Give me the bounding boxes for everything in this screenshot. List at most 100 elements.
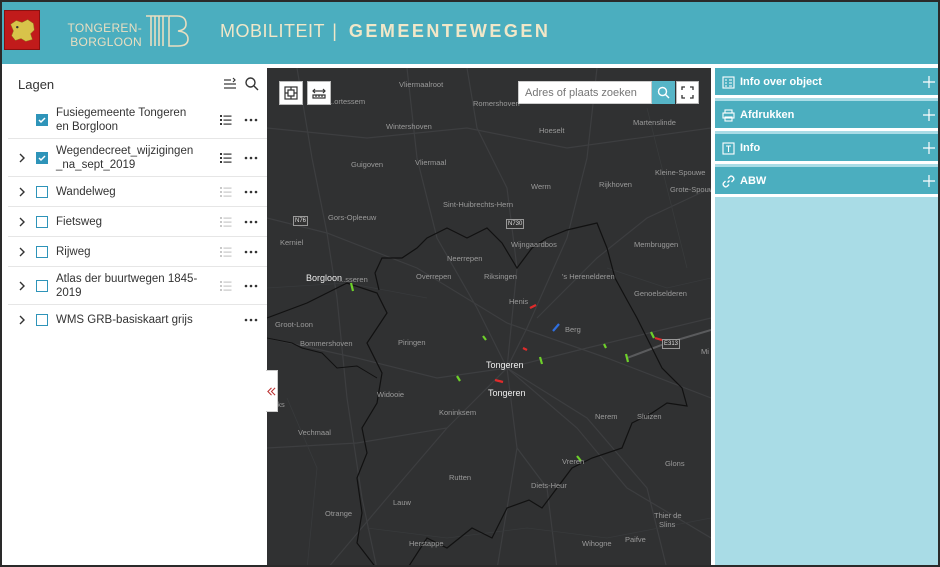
layer-row-wandelweg[interactable]: Wandelweg: [8, 177, 267, 207]
plus-icon[interactable]: [923, 142, 935, 154]
fullscreen-button[interactable]: [676, 81, 699, 104]
accordion-info-over-object[interactable]: Info over object: [715, 68, 938, 98]
layer-label-line: Wegendecreet_wijzigingen: [56, 145, 194, 157]
more-options-icon[interactable]: [244, 152, 258, 164]
accordion-info[interactable]: Info: [715, 134, 938, 164]
layer-row-fietsweg[interactable]: Fietsweg: [8, 207, 267, 237]
zoom-to-extent-button[interactable]: [279, 81, 303, 105]
map-label: Lauw: [393, 498, 411, 507]
map-label: Henis: [509, 297, 529, 306]
plus-icon[interactable]: [923, 175, 935, 187]
printer-icon: [722, 109, 735, 122]
grid-extent-icon: [284, 86, 298, 100]
more-options-icon[interactable]: [244, 216, 258, 228]
layer-label: Wegendecreet_wijzigingen _na_sept_2019: [56, 144, 206, 172]
map-label: Sint-Huibrechts-Hern: [443, 200, 514, 209]
layer-row-wegendecreet[interactable]: Wegendecreet_wijzigingen _na_sept_2019: [8, 139, 267, 177]
app-window: TONGEREN- BORGLOON MOBILITEIT | GEMEENTE…: [0, 0, 940, 567]
road-shield-n76: N76: [293, 216, 309, 226]
layer-checkbox-fietsweg[interactable]: [36, 216, 48, 228]
more-options-icon[interactable]: [244, 246, 258, 258]
more-options-icon[interactable]: [244, 114, 258, 126]
app-title-separator: |: [332, 21, 338, 41]
map-label: Wintershoven: [386, 122, 432, 131]
chevron-right-icon[interactable]: [16, 246, 28, 258]
map-label: Genoelselderen: [634, 289, 687, 298]
more-options-icon[interactable]: [244, 186, 258, 198]
map-label: Vliermaal: [415, 158, 447, 167]
map-label: ...ortessem: [328, 97, 366, 106]
legend-list-icon[interactable]: [220, 114, 232, 126]
measure-button[interactable]: [307, 81, 331, 105]
layer-label-line: Rijweg: [56, 246, 91, 258]
layer-options-icon[interactable]: [222, 76, 238, 92]
map-label-tongeren: Tongeren: [486, 360, 524, 370]
accordion-title: Afdrukken: [740, 109, 795, 121]
double-chevron-left-icon: [267, 387, 276, 395]
plus-icon[interactable]: [923, 109, 935, 121]
map-basemap: [267, 68, 711, 565]
map-label: Paifve: [625, 535, 646, 544]
layer-label-line: 2019: [56, 287, 82, 299]
map-label: Martenslinde: [633, 118, 676, 127]
layer-label: Fusiegemeente Tongeren en Borgloon: [56, 106, 206, 134]
chevron-right-icon[interactable]: [16, 216, 28, 228]
app-header: TONGEREN- BORGLOON MOBILITEIT | GEMEENTE…: [2, 2, 938, 64]
legend-list-icon[interactable]: [220, 186, 232, 198]
app-title-mobiliteit: MOBILITEIT: [220, 21, 325, 41]
collapse-panel-button[interactable]: [266, 370, 278, 412]
chevron-right-icon[interactable]: [16, 186, 28, 198]
layer-checkbox-fusiegemeente[interactable]: [36, 114, 48, 126]
legend-list-icon[interactable]: [220, 280, 232, 292]
plus-icon[interactable]: [923, 76, 935, 88]
map-label: Rijkhoven: [599, 180, 632, 189]
layer-row-rijweg[interactable]: Rijweg: [8, 237, 267, 267]
map-label: Nerem: [595, 412, 618, 421]
legend-list-icon[interactable]: [220, 152, 232, 164]
map-label: Thier de: [654, 511, 682, 520]
layer-row-wms-grb[interactable]: WMS GRB-basiskaart grijs: [8, 305, 267, 335]
more-options-icon[interactable]: [244, 314, 258, 326]
info-object-icon: [722, 76, 735, 89]
legend-list-icon[interactable]: [220, 216, 232, 228]
layers-panel: Lagen Fusiegemeente Tongeren en Borgloon: [8, 68, 267, 565]
layer-row-fusiegemeente[interactable]: Fusiegemeente Tongeren en Borgloon: [8, 102, 267, 139]
layer-label-line: Atlas der buurtwegen 1845-: [56, 273, 198, 285]
map-label: Hoeselt: [539, 126, 565, 135]
layer-checkbox-wandelweg[interactable]: [36, 186, 48, 198]
chevron-right-icon[interactable]: [16, 314, 28, 326]
accordion-abw[interactable]: ABW: [715, 167, 938, 197]
map-label: Vechmaal: [298, 428, 331, 437]
map-label: Bommershoven: [300, 339, 353, 348]
address-search-input[interactable]: [518, 81, 652, 104]
map-label: Riksingen: [484, 272, 517, 281]
map-label: Wijngaardbos: [511, 240, 557, 249]
layer-label-line: WMS GRB-basiskaart grijs: [56, 314, 193, 326]
app-title-gemeentewegen: GEMEENTEWEGEN: [348, 21, 551, 41]
layers-panel-header: Lagen: [8, 68, 267, 102]
legend-list-icon[interactable]: [220, 246, 232, 258]
search-icon[interactable]: [244, 76, 260, 92]
map-label: Vreren: [562, 457, 585, 466]
more-options-icon[interactable]: [244, 280, 258, 292]
map-label: Wihogne: [582, 539, 612, 548]
layer-checkbox-wms-grb[interactable]: [36, 314, 48, 326]
layer-checkbox-wegendecreet[interactable]: [36, 152, 48, 164]
accordion-title: Info: [740, 142, 761, 154]
measure-icon: [312, 88, 326, 99]
map-label: Werm: [531, 182, 551, 191]
chevron-right-icon[interactable]: [16, 280, 28, 292]
search-button[interactable]: [652, 81, 675, 104]
accordion-afdrukken[interactable]: Afdrukken: [715, 101, 938, 131]
layer-label-line: en Borgloon: [56, 121, 119, 133]
layer-checkbox-rijweg[interactable]: [36, 246, 48, 258]
map-view[interactable]: Vliermaalroot ...ortessem Romershoven Ho…: [267, 68, 711, 565]
map-label: Membruggen: [634, 240, 679, 249]
layer-row-atlas-buurtwegen[interactable]: Atlas der buurtwegen 1845- 2019: [8, 267, 267, 305]
chevron-right-icon[interactable]: [16, 152, 28, 164]
map-label: Slins: [659, 520, 676, 529]
layer-label: Rijweg: [56, 245, 206, 259]
map-label: Glons: [665, 459, 685, 468]
layer-checkbox-atlas-buurtwegen[interactable]: [36, 280, 48, 292]
map-label: Otrange: [325, 509, 353, 518]
